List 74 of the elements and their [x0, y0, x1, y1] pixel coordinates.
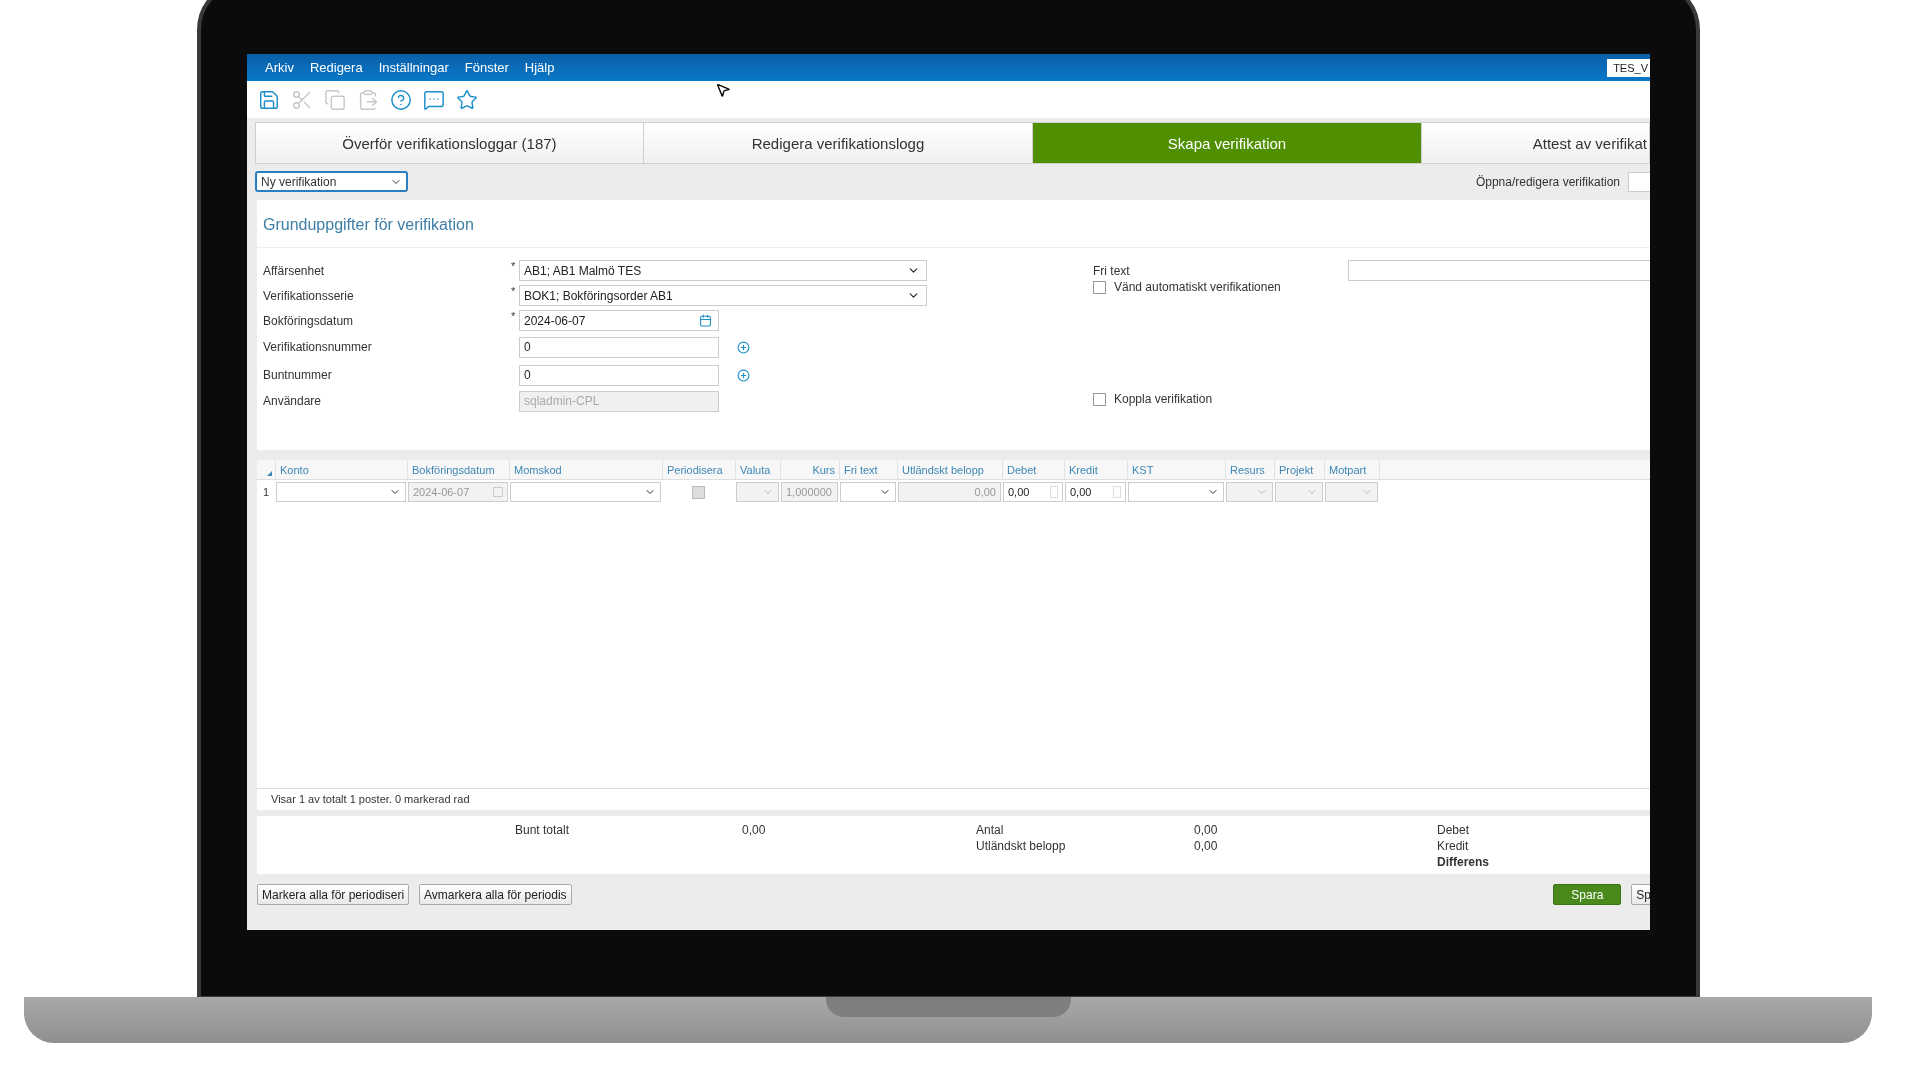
calendar-icon[interactable] — [699, 314, 712, 327]
required-mark: * — [511, 310, 516, 322]
total-label: Antal — [976, 823, 1005, 839]
field-label: Fri text — [1093, 263, 1131, 278]
checkbox[interactable] — [1093, 280, 1106, 294]
tab[interactable]: Attest av verifikat — [1422, 122, 1650, 164]
total-label: Utländskt belopp — [976, 839, 1067, 855]
column-header[interactable]: Utländskt belopp — [898, 460, 1003, 479]
checkbox[interactable] — [1093, 392, 1106, 406]
dropdown-cell[interactable] — [276, 482, 406, 502]
input-field: sqladmin-CPL — [519, 390, 719, 412]
section-title: Grunduppgifter för verifikation — [257, 200, 1650, 248]
column-header[interactable]: Bokföringsdatum — [408, 460, 510, 479]
status-text: Visar 1 av totalt 1 poster. 0 markerad rad — [257, 788, 1650, 810]
menu-item[interactable]: Hjälp — [516, 60, 563, 75]
plus-circle-icon[interactable] — [737, 368, 750, 382]
dropdown-cell[interactable] — [1128, 482, 1224, 502]
select-field[interactable]: AB1; AB1 Malmö TES — [519, 260, 927, 281]
amount-cell[interactable]: 0,00 — [1065, 482, 1126, 502]
plus-circle-icon[interactable] — [737, 340, 750, 354]
checkbox-label: Vänd automatiskt verifikationen — [1114, 280, 1281, 294]
column-header[interactable]: Fri text — [840, 460, 898, 479]
required-mark: * — [511, 285, 516, 297]
menu-item[interactable]: Redigera — [301, 60, 371, 75]
total-value: 0,00 — [742, 823, 767, 839]
column-header[interactable]: Projekt — [1275, 460, 1325, 479]
user-field: TES_V — [1607, 58, 1650, 77]
total-label: Bunt totalt — [515, 823, 571, 839]
field-label: Verifikationsnummer — [263, 340, 373, 354]
total-label: Kredit — [1437, 839, 1470, 855]
input-field[interactable]: 0 — [519, 364, 719, 386]
tab[interactable]: Skapa verifikation — [1033, 122, 1422, 164]
mark-button[interactable]: Markera alla för periodiseri — [257, 884, 410, 905]
dropdown-cell[interactable] — [510, 482, 661, 502]
column-header[interactable]: Resurs — [1226, 460, 1275, 479]
tab[interactable]: Överför verifikationsloggar (187) — [255, 122, 644, 164]
row-number: 1 — [262, 486, 271, 498]
column-header[interactable]: KST — [1128, 460, 1226, 479]
total-value: 0,00 — [1194, 839, 1219, 855]
column-header[interactable]: Valuta — [736, 460, 781, 479]
field-label: Användare — [263, 394, 323, 408]
field-label: Bokföringsdatum — [263, 313, 355, 328]
total-label: Differens — [1437, 855, 1490, 871]
required-mark: * — [511, 260, 516, 272]
field-label: Affärsenhet — [263, 263, 326, 278]
total-label: Debet — [1437, 823, 1471, 839]
total-value: 0,00 — [1194, 823, 1219, 839]
save-button[interactable]: Spara — [1553, 884, 1622, 905]
input-field[interactable]: 0 — [519, 336, 719, 358]
partial-button[interactable]: Sp — [1631, 884, 1650, 905]
checkbox-label: Koppla verifikation — [1114, 392, 1213, 406]
input-field[interactable] — [1628, 171, 1650, 192]
column-header[interactable]: Motpart — [1325, 460, 1380, 479]
mode-select[interactable]: Ny verifikation — [255, 171, 408, 192]
tab[interactable]: Redigera verifikationslogg — [644, 122, 1033, 164]
column-header[interactable]: Debet — [1003, 460, 1065, 479]
column-header[interactable]: Konto — [276, 460, 408, 479]
field-label: Buntnummer — [263, 368, 333, 382]
column-header[interactable]: Kurs — [781, 460, 840, 479]
sort-corner-icon — [267, 471, 272, 476]
date-field[interactable]: 2024-06-07 — [519, 310, 719, 331]
amount-cell[interactable]: 0,00 — [1003, 482, 1063, 502]
menu-item[interactable]: Inställningar — [370, 60, 457, 75]
dropdown-cell[interactable] — [840, 482, 896, 502]
field-label: Verifikationsserie — [263, 288, 355, 303]
mark-button[interactable]: Avmarkera alla för periodis — [419, 884, 572, 905]
open-label: Öppna/redigera verifikation — [1475, 174, 1620, 189]
select-field[interactable]: BOK1; Bokföringsorder AB1 — [519, 285, 927, 306]
column-header[interactable]: Momskod — [510, 460, 663, 479]
menu-item[interactable]: Arkiv — [257, 60, 302, 75]
column-header[interactable]: Kredit — [1065, 460, 1128, 479]
menu-item[interactable]: Fönster — [456, 60, 517, 75]
column-header[interactable]: Periodisera — [663, 460, 736, 479]
input-field[interactable] — [1348, 260, 1650, 281]
